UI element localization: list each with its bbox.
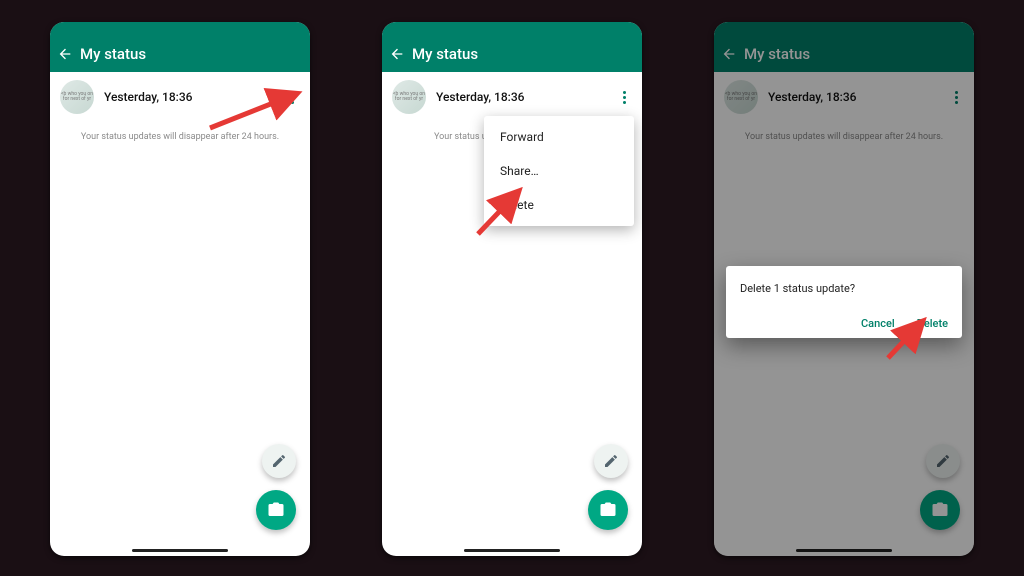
status-row[interactable]: <b who you on for next of yr Yesterday, … bbox=[382, 72, 642, 118]
arrow-back-icon bbox=[389, 46, 405, 62]
nav-handle[interactable] bbox=[132, 549, 228, 552]
menu-item-forward[interactable]: Forward bbox=[484, 120, 634, 154]
status-timestamp: Yesterday, 18:36 bbox=[436, 90, 612, 104]
screen-step-2: My status <b who you on for next of yr Y… bbox=[382, 22, 642, 556]
nav-handle[interactable] bbox=[464, 549, 560, 552]
screen-step-3: My status <b who you on for next of yr Y… bbox=[714, 22, 974, 556]
camera-status-button[interactable] bbox=[588, 490, 628, 530]
compose-text-status-button[interactable] bbox=[262, 444, 296, 478]
dialog-cancel-button[interactable]: Cancel bbox=[861, 317, 895, 330]
status-more-button[interactable] bbox=[612, 91, 636, 104]
back-button[interactable] bbox=[50, 46, 80, 62]
status-row[interactable]: <b who you on for next of yr Yesterday, … bbox=[50, 72, 310, 118]
app-bar: My status bbox=[50, 36, 310, 72]
camera-status-button[interactable] bbox=[256, 490, 296, 530]
app-bar: My status bbox=[382, 36, 642, 72]
pencil-icon bbox=[603, 453, 619, 469]
screen-step-1: My status <b who you on for next of yr Y… bbox=[50, 22, 310, 556]
compose-text-status-button[interactable] bbox=[594, 444, 628, 478]
status-more-button[interactable] bbox=[280, 91, 304, 104]
page-title: My status bbox=[412, 45, 478, 63]
arrow-back-icon bbox=[57, 46, 73, 62]
menu-item-delete[interactable]: Delete bbox=[484, 188, 634, 222]
dialog-message: Delete 1 status update? bbox=[740, 282, 948, 295]
more-vert-icon bbox=[623, 91, 626, 94]
status-timestamp: Yesterday, 18:36 bbox=[104, 90, 280, 104]
delete-confirm-dialog: Delete 1 status update? Cancel Delete bbox=[726, 266, 962, 338]
camera-icon bbox=[599, 501, 617, 519]
status-thumbnail: <b who you on for next of yr bbox=[392, 80, 426, 114]
dialog-confirm-button[interactable]: Delete bbox=[917, 317, 948, 330]
status-bar bbox=[50, 22, 310, 36]
menu-item-share[interactable]: Share… bbox=[484, 154, 634, 188]
more-vert-icon bbox=[291, 91, 294, 94]
status-bar bbox=[382, 22, 642, 36]
status-context-menu: Forward Share… Delete bbox=[484, 116, 634, 226]
expiry-note: Your status updates will disappear after… bbox=[50, 132, 310, 142]
page-title: My status bbox=[80, 45, 146, 63]
pencil-icon bbox=[271, 453, 287, 469]
status-thumbnail: <b who you on for next of yr bbox=[60, 80, 94, 114]
camera-icon bbox=[267, 501, 285, 519]
back-button[interactable] bbox=[382, 46, 412, 62]
